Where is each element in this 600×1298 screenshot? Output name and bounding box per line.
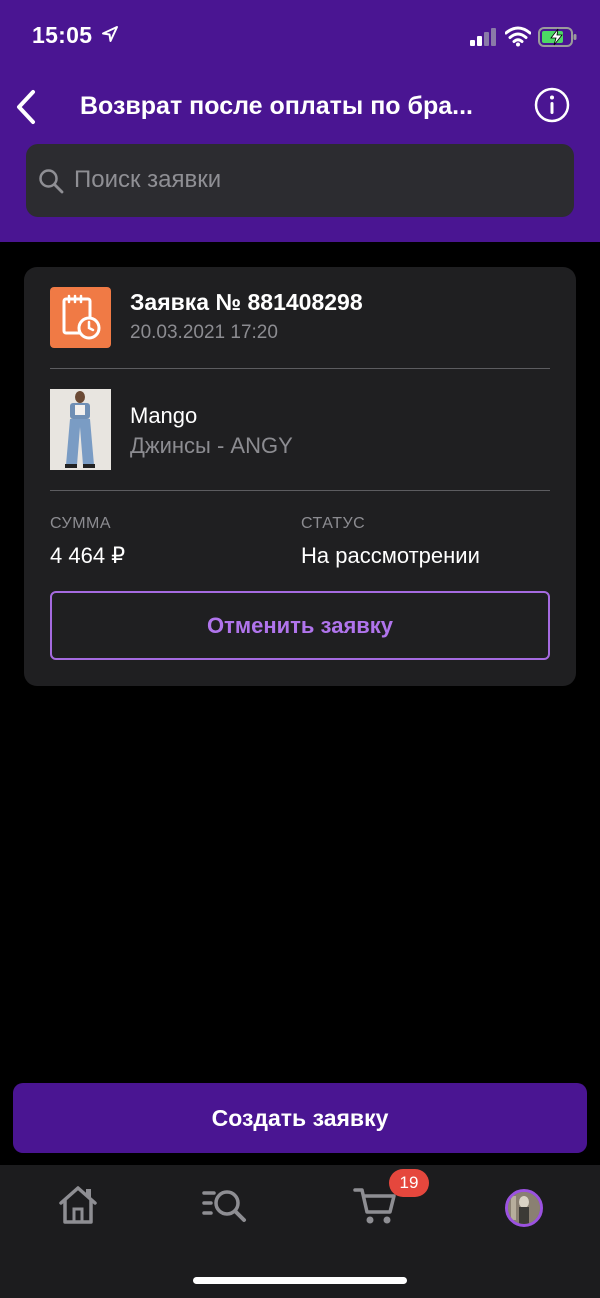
divider xyxy=(50,368,550,369)
home-icon[interactable] xyxy=(53,1183,103,1227)
wifi-icon xyxy=(505,26,531,47)
sum-label: СУММА xyxy=(50,515,112,532)
avatar[interactable] xyxy=(505,1189,543,1227)
cellular-signal-icon xyxy=(470,28,498,46)
sum-value: 4 464 ₽ xyxy=(50,543,126,568)
search-bar xyxy=(26,144,574,217)
search-icon xyxy=(39,169,64,194)
cart-badge: 19 xyxy=(389,1169,429,1197)
request-date: 20.03.2021 17:20 xyxy=(130,322,278,343)
battery-charging-icon xyxy=(538,27,577,47)
location-arrow-icon xyxy=(102,26,118,42)
product-name: Джинсы - ANGY xyxy=(130,433,293,458)
request-number: Заявка № 881408298 xyxy=(130,289,363,315)
product-image xyxy=(50,389,111,470)
divider xyxy=(50,490,550,491)
status-time: 15:05 xyxy=(32,22,93,48)
home-indicator xyxy=(193,1277,407,1284)
search-input[interactable] xyxy=(74,166,554,194)
page-title: Возврат после оплаты по бра... xyxy=(80,92,473,120)
create-request-button[interactable]: Создать заявку xyxy=(13,1083,587,1153)
nav-bar: Возврат после оплаты по бра... xyxy=(0,80,600,136)
request-calendar-icon xyxy=(50,287,111,348)
status-value: На рассмотрении xyxy=(301,543,480,568)
status-label: СТАТУС xyxy=(301,515,366,532)
info-button[interactable] xyxy=(534,87,570,123)
request-card[interactable]: Заявка № 881408298 20.03.2021 17:20 Mang… xyxy=(24,267,576,686)
product-brand: Mango xyxy=(130,403,198,428)
catalog-search-icon[interactable] xyxy=(200,1183,250,1227)
header: 15:05 Возврат после оплаты по бра... xyxy=(0,0,600,242)
status-bar: 15:05 xyxy=(0,0,600,74)
back-button[interactable] xyxy=(12,88,42,126)
cancel-request-button[interactable]: Отменить заявку xyxy=(50,591,550,660)
